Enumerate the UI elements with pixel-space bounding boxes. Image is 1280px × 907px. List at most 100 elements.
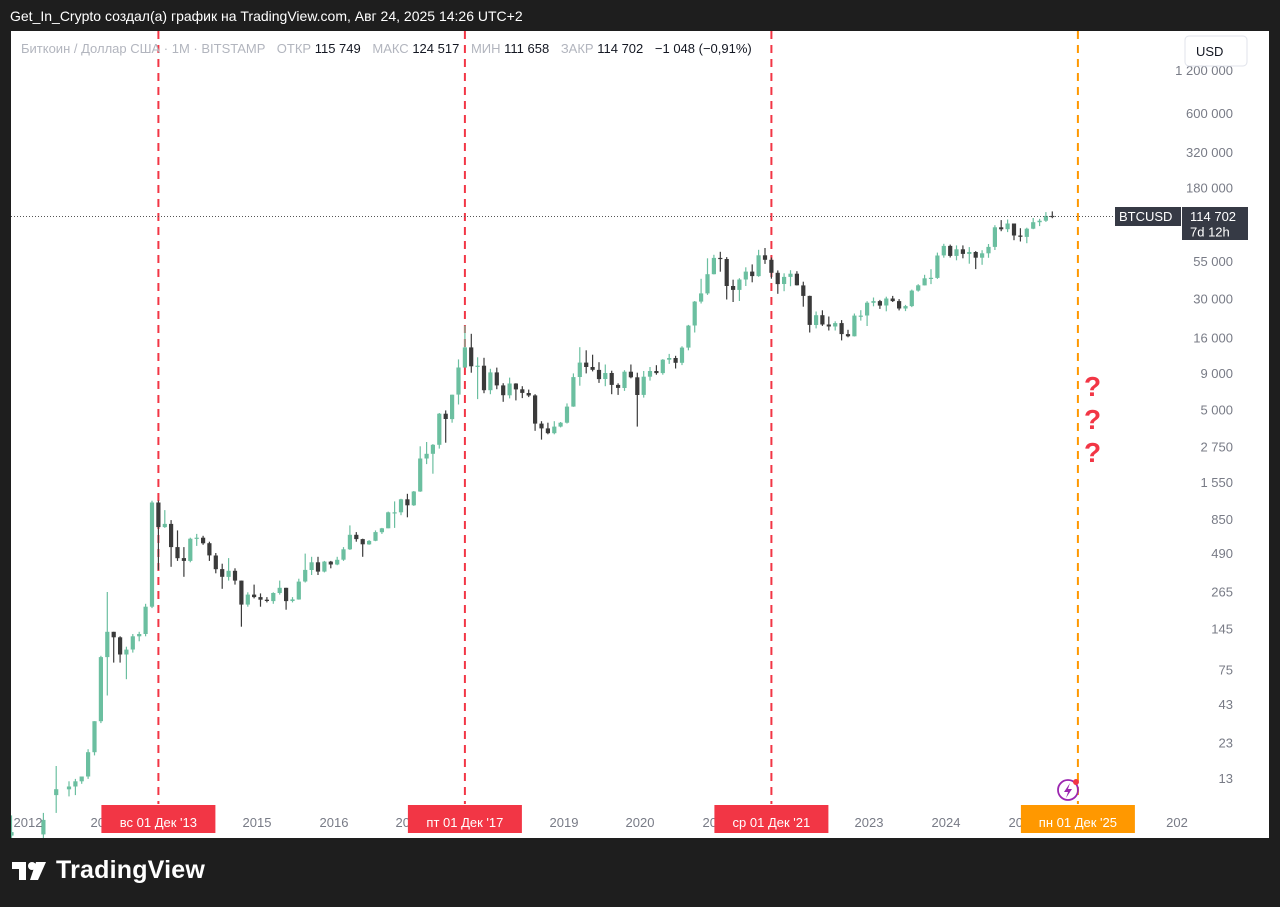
candle [335,556,340,566]
candle [488,368,493,395]
candle [871,297,876,307]
candle [373,530,378,542]
close-label: ЗАКР [561,41,594,56]
candle [948,244,953,258]
candle [833,321,838,331]
candle [769,257,774,279]
x-tick-label: 2015 [243,815,272,830]
symbol-name: Биткоин / Доллар США · 1М · BITSTAMP [21,41,265,56]
candle [596,362,602,383]
y-tick-label: 30 000 [1193,292,1233,307]
candle [999,220,1004,232]
candle [392,501,397,528]
candle [220,563,225,589]
candle [1005,219,1010,233]
candle [245,592,250,607]
candle [86,749,91,779]
candle [954,245,959,261]
candle [213,553,218,574]
question-mark: ? [1084,404,1101,435]
candle [909,289,914,308]
candle [424,442,429,465]
candle [398,498,404,516]
lightning-icon[interactable] [1057,779,1079,801]
y-tick-label: 145 [1211,622,1233,637]
change-value: −1 048 (−0,91%) [655,41,752,56]
currency-label: USD [1196,44,1223,59]
candle [258,593,263,607]
price-chart[interactable]: 1 200 000600 000320 000180 00055 00030 0… [11,31,1269,838]
candle [156,500,161,570]
candle [124,646,129,680]
candle [897,299,902,311]
candle [92,721,97,756]
x-tick-label: 202 [1166,815,1188,830]
candle [839,320,844,341]
candle [622,370,627,391]
candle [635,372,640,427]
candle [794,271,799,286]
candle [616,383,621,395]
candle [322,560,327,573]
price-tag-countdown: 7d 12h [1190,225,1230,240]
candle [232,568,238,585]
candle [731,279,736,302]
candle [137,631,142,642]
y-tick-label: 1 550 [1200,475,1233,490]
candle [296,578,301,600]
price-tag-symbol: BTCUSD [1119,209,1172,224]
candle [571,373,576,407]
candle [143,603,148,637]
candle [756,249,761,277]
candle [507,377,512,399]
y-tick-label: 75 [1219,662,1233,677]
candle [916,284,921,292]
y-tick-label: 490 [1211,546,1233,561]
candle [558,422,563,428]
candle [814,311,819,329]
candle [469,333,474,373]
candle [1011,223,1017,241]
candle [820,310,825,326]
candle [788,270,793,287]
candle [149,500,155,609]
candle [743,267,748,286]
y-tick-label: 600 000 [1186,106,1233,121]
y-tick-label: 180 000 [1186,181,1233,196]
candle [360,538,365,557]
cycle-marker-label: ср 01 Дек '21 [733,815,811,830]
open-value: 115 749 [315,41,361,56]
y-tick-label: 43 [1219,697,1233,712]
candle [443,410,448,443]
candle [277,580,282,595]
candle [239,580,244,627]
candle [960,245,965,259]
candle [718,251,723,272]
candle [309,556,314,575]
candle [188,537,193,563]
low-label: МИН [471,41,501,56]
price-tag-price: 114 702 [1190,209,1236,224]
x-tick-label: 2012 [14,815,43,830]
candle [513,383,518,401]
candle [175,530,180,561]
candle [462,325,467,368]
chart-area[interactable]: 1 200 000 600 000 320 000 180 000 55 000 30 0… [11,31,1269,838]
candle [577,347,582,386]
candle [73,778,78,796]
candle [564,403,570,424]
candle [641,371,646,398]
candle [609,370,614,395]
cycle-marker-label: пн 01 Дек '25 [1039,815,1117,830]
candle [201,535,206,545]
x-tick-label: 2023 [855,815,884,830]
candle [539,421,544,440]
currency-button[interactable]: USD [1184,35,1248,67]
ohlc-legend: Биткоин / Доллар США · 1М · BITSTAMP ОТК… [21,41,752,56]
footer: TradingView [12,856,205,885]
candle [418,446,423,492]
candle [973,251,978,270]
candle [967,247,972,264]
candle [405,493,410,518]
candle [673,355,678,369]
